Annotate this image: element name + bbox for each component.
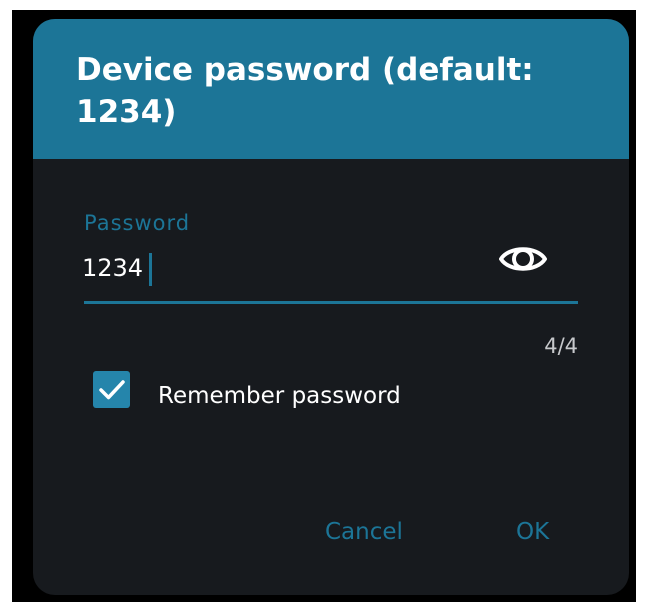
eye-icon [499,247,547,271]
password-field-underline [84,301,578,304]
cancel-button[interactable]: Cancel [325,519,403,545]
password-dialog: Device password (default: 1234) Password… [33,19,629,595]
character-counter: 4/4 [544,334,578,358]
ok-button[interactable]: OK [516,519,549,545]
dialog-title: Device password (default: 1234) [76,52,534,130]
password-input[interactable] [82,248,462,288]
toggle-password-visibility-button[interactable] [498,236,548,282]
text-cursor [149,253,152,286]
password-field-label: Password [84,211,191,235]
checkmark-icon [98,379,125,399]
remember-password-label[interactable]: Remember password [158,383,401,409]
remember-password-checkbox[interactable] [93,371,130,408]
screen-backdrop: Device password (default: 1234) Password… [12,10,636,602]
dialog-header: Device password (default: 1234) [33,19,629,159]
